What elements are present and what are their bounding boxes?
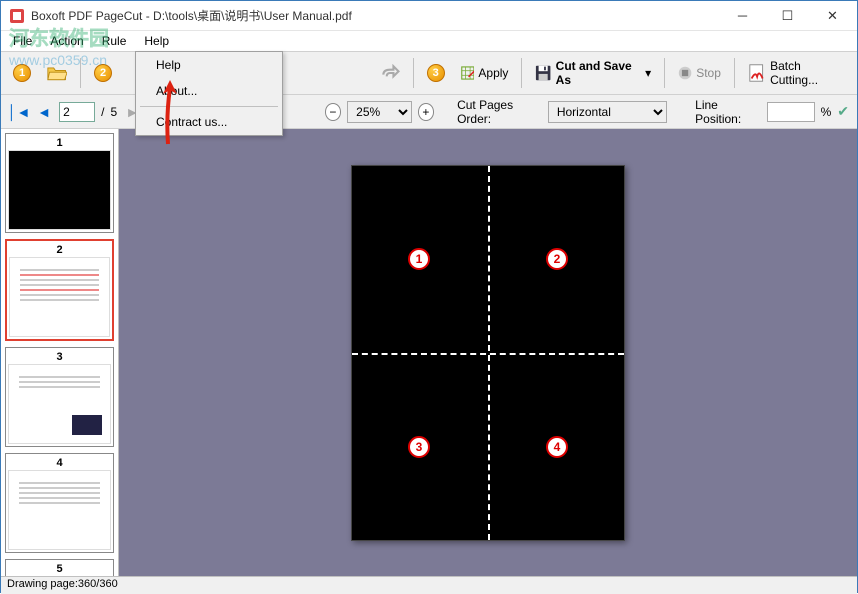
page-input[interactable] bbox=[59, 102, 95, 122]
separator bbox=[664, 58, 665, 88]
horizontal-cut-line[interactable] bbox=[352, 353, 624, 355]
thumbnail-3[interactable]: 3 bbox=[5, 347, 114, 447]
status-text: Drawing page:360/360 bbox=[7, 578, 118, 590]
thumb-image bbox=[8, 364, 111, 444]
confirm-icon[interactable]: ✔ bbox=[837, 103, 849, 120]
quadrant-marker-1: 1 bbox=[408, 248, 430, 270]
dropdown-help[interactable]: Help bbox=[136, 52, 282, 78]
dropdown-contract[interactable]: Contract us... bbox=[136, 109, 282, 135]
apply-button[interactable]: Apply bbox=[455, 55, 515, 91]
open-button[interactable] bbox=[41, 55, 73, 91]
quadrant-marker-2: 2 bbox=[546, 248, 568, 270]
zoom-in-button[interactable]: + bbox=[418, 103, 435, 121]
batch-label: Batch Cutting... bbox=[770, 59, 845, 87]
step3-badge: 3 bbox=[421, 55, 451, 91]
save-icon bbox=[535, 64, 551, 82]
thumb-label: 3 bbox=[8, 350, 111, 364]
thumb-image bbox=[8, 470, 111, 550]
prev-page-button[interactable]: ◄ bbox=[35, 102, 53, 122]
thumb-label: 2 bbox=[9, 243, 110, 257]
main-area: 1 2 3 4 5 bbox=[1, 129, 857, 576]
linepos-input[interactable] bbox=[767, 102, 815, 122]
menu-file[interactable]: File bbox=[5, 32, 40, 50]
thumbnail-1[interactable]: 1 bbox=[5, 133, 114, 233]
menu-action[interactable]: Action bbox=[42, 32, 91, 50]
separator bbox=[521, 58, 522, 88]
page-sep: / bbox=[101, 105, 104, 119]
title-bar: Boxoft PDF PageCut - D:\tools\桌面\说明书\Use… bbox=[1, 1, 857, 31]
step1-badge: 1 bbox=[7, 55, 37, 91]
grid-icon bbox=[461, 64, 475, 82]
folder-icon bbox=[47, 64, 67, 82]
thumbnail-4[interactable]: 4 bbox=[5, 453, 114, 553]
separator bbox=[734, 58, 735, 88]
separator bbox=[80, 58, 81, 88]
main-toolbar: 1 2 3 Apply Cut and Save As ▾ Stop Batch… bbox=[1, 51, 857, 95]
close-button[interactable]: ✕ bbox=[810, 1, 855, 30]
pct-label: % bbox=[821, 105, 832, 119]
page-preview[interactable]: 1 2 3 4 bbox=[351, 165, 625, 541]
pdf-icon bbox=[748, 63, 766, 83]
redo-button[interactable] bbox=[374, 55, 406, 91]
menu-bar: File Action Rule Help bbox=[1, 31, 857, 51]
window-title: Boxoft PDF PageCut - D:\tools\桌面\说明书\Use… bbox=[31, 7, 720, 24]
minimize-button[interactable]: ─ bbox=[720, 1, 765, 30]
cut-save-button[interactable]: Cut and Save As ▾ bbox=[529, 55, 657, 91]
separator bbox=[413, 58, 414, 88]
thumb-label: 5 bbox=[8, 562, 111, 576]
linepos-label: Line Position: bbox=[695, 98, 760, 126]
stop-button[interactable]: Stop bbox=[672, 55, 727, 91]
thumb-label: 1 bbox=[8, 136, 111, 150]
help-dropdown: Help About... Contract us... bbox=[135, 51, 283, 136]
status-bar: Drawing page:360/360 bbox=[1, 576, 857, 594]
app-icon bbox=[9, 8, 25, 24]
nav-toolbar: │◄ ◄ / 5 ► ►│ − 25% + Cut Pages Order: H… bbox=[1, 95, 857, 129]
thumbnail-panel[interactable]: 1 2 3 4 5 bbox=[1, 129, 119, 576]
stop-label: Stop bbox=[696, 66, 721, 80]
first-page-button[interactable]: │◄ bbox=[9, 102, 29, 122]
thumbnail-2[interactable]: 2 bbox=[5, 239, 114, 341]
apply-label: Apply bbox=[478, 66, 508, 80]
quadrant-marker-4: 4 bbox=[546, 436, 568, 458]
thumb-label: 4 bbox=[8, 456, 111, 470]
cut-save-label: Cut and Save As bbox=[556, 59, 641, 87]
order-label: Cut Pages Order: bbox=[457, 98, 542, 126]
zoom-select[interactable]: 25% bbox=[347, 101, 411, 123]
page-total: 5 bbox=[111, 105, 118, 119]
dropdown-about[interactable]: About... bbox=[136, 78, 282, 104]
thumbnail-5[interactable]: 5 bbox=[5, 559, 114, 576]
window-buttons: ─ ☐ ✕ bbox=[720, 1, 855, 30]
dropdown-arrow-icon: ▾ bbox=[645, 66, 651, 80]
batch-button[interactable]: Batch Cutting... bbox=[742, 55, 851, 91]
zoom-out-button[interactable]: − bbox=[325, 103, 342, 121]
maximize-button[interactable]: ☐ bbox=[765, 1, 810, 30]
thumb-image bbox=[9, 257, 110, 337]
menu-rule[interactable]: Rule bbox=[94, 32, 135, 50]
redo-icon bbox=[380, 64, 400, 82]
canvas-area[interactable]: 1 2 3 4 bbox=[119, 129, 857, 576]
step2-badge: 2 bbox=[88, 55, 118, 91]
thumb-image bbox=[8, 150, 111, 230]
order-select[interactable]: Horizontal bbox=[548, 101, 667, 123]
quadrant-marker-3: 3 bbox=[408, 436, 430, 458]
menu-help[interactable]: Help bbox=[136, 32, 177, 50]
stop-icon bbox=[678, 64, 692, 82]
dropdown-separator bbox=[140, 106, 278, 107]
